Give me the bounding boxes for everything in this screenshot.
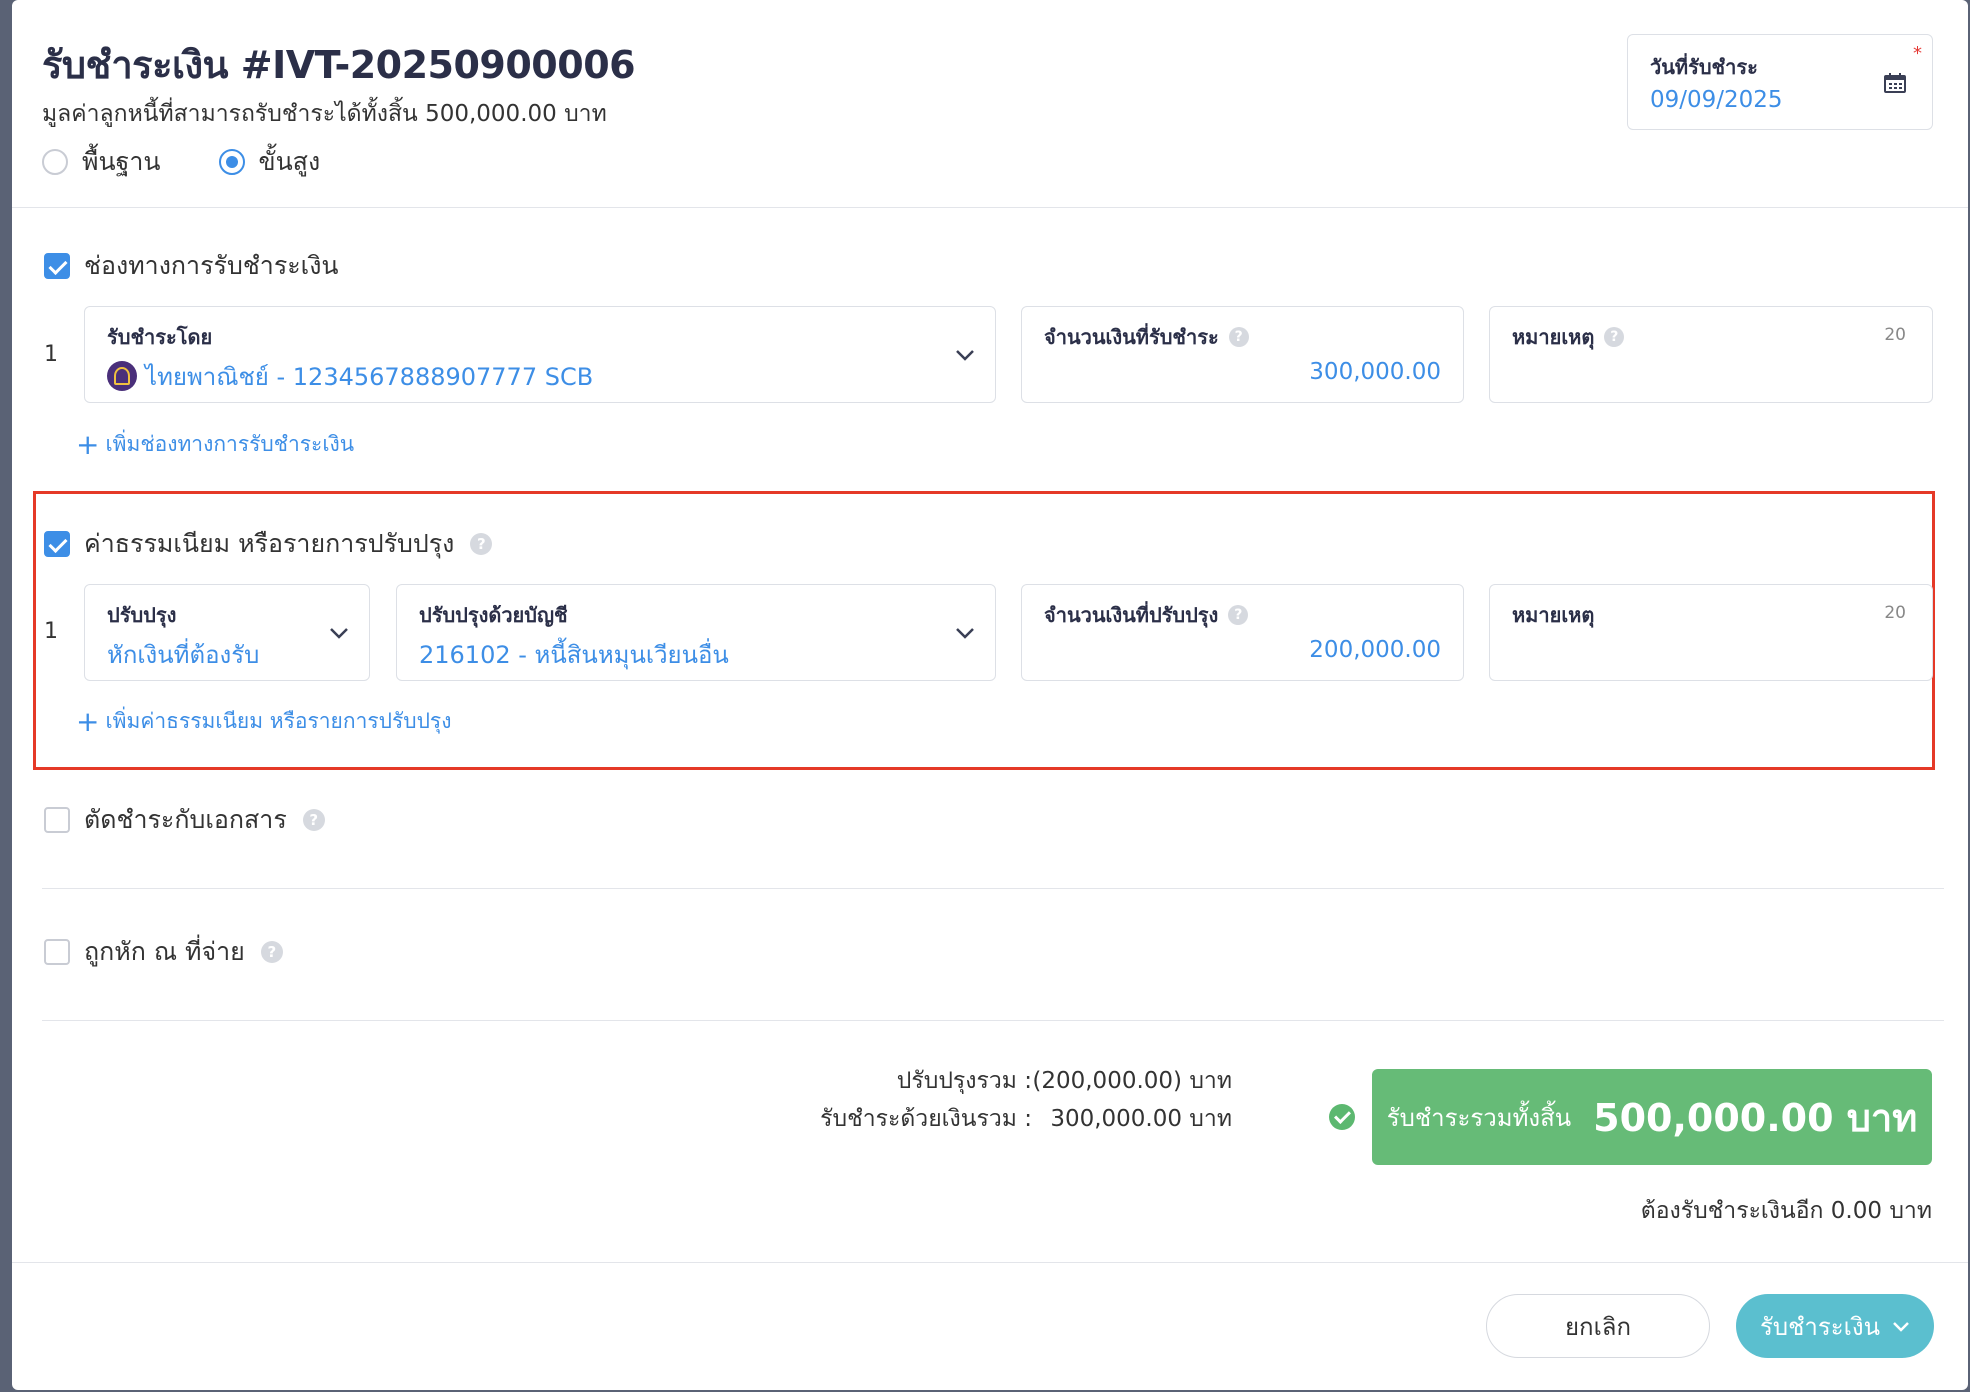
adjust-total-value: (200,000.00) บาท (1032, 1068, 1232, 1094)
payment-note-label-wrap: หมายเหตุ? (1512, 321, 1625, 353)
section-divider (42, 888, 1944, 889)
help-icon[interactable]: ? (470, 533, 493, 555)
adjust-account-label: ปรับปรุงด้วยบัญชี (419, 603, 568, 627)
chevron-down-icon[interactable] (329, 627, 349, 639)
radio-basic[interactable] (42, 149, 68, 175)
payment-channel-checkbox[interactable] (44, 253, 70, 279)
add-payment-channel-link[interactable]: + เพิ่มช่องทางการรับชำระเงิน (76, 428, 354, 461)
withholding-label: ถูกหัก ณ ที่จ่าย (84, 937, 245, 966)
receive-by-value: ไทยพาณิชย์ - 1234567888907777 SCB (145, 363, 594, 391)
receivable-subtitle: มูลค่าลูกหนี้ที่สามารถรับชำระได้ทั้งสิ้น… (42, 101, 607, 127)
chevron-down-icon[interactable] (955, 349, 975, 361)
payment-amount-label-wrap: จำนวนเงินที่รับชำระ? (1044, 321, 1249, 353)
help-icon[interactable]: ? (302, 809, 325, 831)
payment-amount-label: จำนวนเงินที่รับชำระ (1044, 325, 1219, 349)
submit-payment-button[interactable]: รับชำระเงิน (1736, 1294, 1934, 1358)
remaining-amount: ต้องรับชำระเงินอีก 0.00 บาท (1640, 1198, 1932, 1224)
mode-radio-group: พื้นฐาน ขั้นสูง (42, 142, 378, 182)
plus-icon: + (76, 427, 100, 461)
payment-channel-label: ช่องทางการรับชำระเงิน (84, 251, 339, 280)
add-payment-channel-label: เพิ่มช่องทางการรับชำระเงิน (105, 432, 355, 456)
receive-by-select[interactable]: รับชำระโดย ไทยพาณิชย์ - 1234567888907777… (84, 306, 996, 403)
settle-docs-label: ตัดชำระกับเอกสาร (84, 805, 287, 834)
withholding-section-header: ถูกหัก ณ ที่จ่าย ? (44, 932, 283, 972)
payment-modal: รับชำระเงิน #IVT-20250900006 มูลค่าลูกหน… (12, 0, 1968, 1390)
submit-payment-label: รับชำระเงิน (1760, 1312, 1880, 1341)
grand-total-label: รับชำระรวมทั้งสิ้น (1386, 1103, 1572, 1132)
page-title: รับชำระเงิน #IVT-20250900006 (42, 43, 636, 87)
radio-basic-label[interactable]: พื้นฐาน (82, 142, 161, 182)
payment-date-label: วันที่รับชำระ (1650, 55, 1758, 79)
radio-advanced[interactable] (218, 149, 245, 175)
payment-date-field[interactable]: วันที่รับชำระ * 09/09/2025 (1627, 34, 1933, 130)
adjust-type-value: หักเงินที่ต้องรับ (107, 641, 260, 669)
payment-date-value[interactable]: 09/09/2025 (1650, 87, 1783, 113)
adjust-amount-label-wrap: จำนวนเงินที่ปรับปรุง? (1044, 599, 1249, 631)
adjust-total-label: ปรับปรุงรวม : (896, 1068, 1032, 1094)
header-divider (12, 207, 1968, 208)
cash-total-label: รับชำระด้วยเงินรวม : (820, 1106, 1032, 1132)
receive-by-label: รับชำระโดย (107, 325, 213, 349)
add-fee-link[interactable]: + เพิ่มค่าธรรมเนียม หรือรายการปรับปรุง (76, 705, 451, 738)
adjust-type-select[interactable]: ปรับปรุง หักเงินที่ต้องรับ (84, 584, 370, 681)
adjust-type-label: ปรับปรุง (107, 603, 177, 627)
adjust-note-label: หมายเหตุ (1512, 603, 1595, 627)
calendar-icon[interactable] (1884, 73, 1906, 93)
add-fee-label: เพิ่มค่าธรรมเนียม หรือรายการปรับปรุง (105, 709, 452, 733)
help-icon[interactable]: ? (1228, 327, 1249, 347)
adjust-account-select[interactable]: ปรับปรุงด้วยบัญชี 216102 - หนี้สินหมุนเว… (396, 584, 996, 681)
scb-bank-logo-icon (107, 361, 137, 391)
check-circle-icon (1329, 1104, 1355, 1130)
adjust-amount-field[interactable]: จำนวนเงินที่ปรับปรุง? 200,000.00 (1021, 584, 1464, 681)
grand-total-banner: รับชำระรวมทั้งสิ้น 500,000.00 บาท (1372, 1069, 1932, 1165)
withholding-checkbox[interactable] (44, 939, 70, 965)
cash-total-value: 300,000.00 บาท (1050, 1106, 1232, 1132)
help-icon[interactable]: ? (260, 941, 283, 963)
required-mark: * (1913, 43, 1922, 64)
adjust-account-value: 216102 - หนี้สินหมุนเวียนอื่น (419, 641, 729, 669)
help-icon[interactable]: ? (1228, 605, 1249, 625)
grand-total-value: 500,000.00 บาท (1593, 1095, 1918, 1140)
chevron-down-icon[interactable] (1892, 1321, 1910, 1332)
settle-docs-checkbox[interactable] (44, 807, 70, 833)
fees-checkbox[interactable] (44, 531, 70, 557)
adjust-amount-value[interactable]: 200,000.00 (1309, 637, 1441, 663)
char-counter: 20 (1884, 603, 1906, 623)
payment-channel-section-header: ช่องทางการรับชำระเงิน (44, 246, 339, 286)
char-counter: 20 (1884, 325, 1906, 345)
settle-docs-section-header: ตัดชำระกับเอกสาร ? (44, 800, 325, 840)
receive-by-value-wrap: ไทยพาณิชย์ - 1234567888907777 SCB (107, 357, 593, 396)
cancel-button[interactable]: ยกเลิก (1486, 1294, 1710, 1358)
chevron-down-icon[interactable] (955, 627, 975, 639)
adjust-note-field[interactable]: หมายเหตุ 20 (1489, 584, 1933, 681)
payment-amount-value[interactable]: 300,000.00 (1309, 359, 1441, 385)
section-divider (42, 1020, 1944, 1021)
payment-note-field[interactable]: หมายเหตุ? 20 (1489, 306, 1933, 403)
payment-row-index: 1 (44, 342, 58, 367)
footer-divider (12, 1262, 1968, 1263)
payment-amount-field[interactable]: จำนวนเงินที่รับชำระ? 300,000.00 (1021, 306, 1464, 403)
payment-note-label: หมายเหตุ (1512, 325, 1595, 349)
radio-advanced-label[interactable]: ขั้นสูง (259, 142, 321, 182)
plus-icon: + (76, 704, 100, 738)
fee-row-index: 1 (44, 619, 58, 644)
fees-label: ค่าธรรมเนียม หรือรายการปรับปรุง (84, 529, 455, 558)
help-icon[interactable]: ? (1604, 327, 1625, 347)
fees-section-header: ค่าธรรมเนียม หรือรายการปรับปรุง ? (44, 524, 493, 564)
adjust-amount-label: จำนวนเงินที่ปรับปรุง (1044, 603, 1219, 627)
